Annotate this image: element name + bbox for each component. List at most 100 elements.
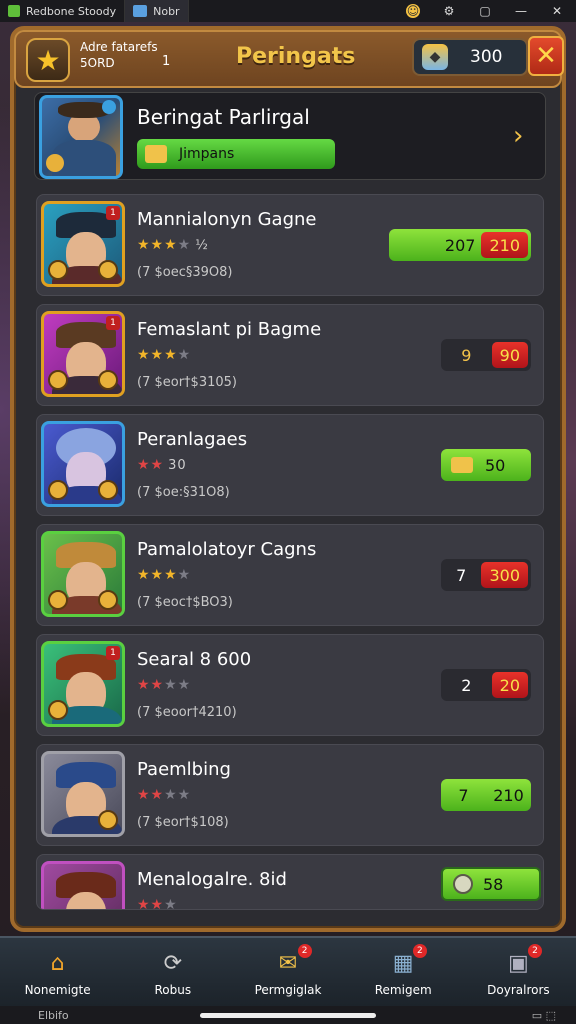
currency-counter[interactable]: ◆ 300 — [412, 38, 528, 76]
rating-stars: ★★ 30 — [137, 457, 187, 473]
item-title: Pamalolatoyr Cagns — [137, 539, 317, 560]
close-button[interactable]: ✕ — [528, 36, 564, 76]
reward-cost: 210 — [481, 232, 528, 258]
gem-icon: ◆ — [422, 44, 448, 70]
reward-button[interactable]: 9 90 — [441, 339, 531, 371]
item-title: Searal 8 600 — [137, 649, 252, 670]
reward-button[interactable]: 2 20 — [441, 669, 531, 701]
notification-badge: 2 — [412, 944, 427, 958]
featured-action-button[interactable]: Jimpans — [137, 139, 335, 169]
rating-stars: ★★★★ ½ — [137, 237, 209, 253]
window-icon[interactable]: ▢ — [478, 4, 492, 18]
reward-cost: 58 — [483, 874, 504, 894]
system-tab-2[interactable]: Nobr — [125, 0, 189, 22]
medal-icon — [98, 590, 118, 610]
medal-icon — [48, 700, 68, 720]
item-subtitle: (7 $eor†$3105) — [137, 375, 237, 390]
nav-item-doyralrors[interactable]: ▣ 2 Doyralrors — [461, 938, 576, 1006]
star-badge-icon[interactable]: ★ — [26, 38, 70, 82]
featured-card[interactable]: Beringat Parlirgal Jimpans › — [34, 92, 546, 180]
reward-cost: 90 — [491, 342, 528, 368]
system-home-bar: Elbifo ▭ ⬚ — [0, 1006, 576, 1024]
item-subtitle: (7 $eor†$108) — [137, 815, 229, 830]
character-portrait — [41, 531, 125, 617]
reward-count: 9 — [461, 345, 472, 365]
nav-label: Nonemigte — [24, 983, 91, 997]
reward-cost: 300 — [481, 562, 528, 588]
rank-icon: 1 — [106, 646, 120, 660]
currency-value: 300 — [470, 47, 503, 67]
reward-count: 2 — [461, 675, 472, 695]
nav-item-permgiglak[interactable]: ✉ 2 Permgiglak — [230, 938, 345, 1006]
app-icon — [133, 5, 148, 17]
close-window-icon[interactable]: ✕ — [550, 4, 564, 18]
gold-icon — [145, 145, 167, 163]
emoji-icon[interactable]: ☺ — [406, 4, 420, 18]
app-icon — [8, 5, 20, 17]
reward-button[interactable]: 207 210 — [389, 229, 531, 261]
nav-item-remigem[interactable]: ▦ 2 Remigem — [346, 938, 461, 1006]
nav-item-home[interactable]: ⌂ Nonemigte — [0, 938, 115, 1006]
character-portrait: 1 — [41, 311, 125, 397]
medal-icon — [98, 370, 118, 390]
item-title: Peranlagaes — [137, 429, 248, 450]
close-icon: ✕ — [535, 41, 557, 71]
recent-apps-icon[interactable]: ▭ ⬚ — [532, 1009, 556, 1022]
medal-icon — [98, 810, 118, 830]
list-item[interactable]: Menalogalre. 8id ★★★ 58 — [36, 854, 544, 910]
list-item[interactable]: Peranlagaes ★★ 30 (7 $oe:§31O8) 50 — [36, 414, 544, 516]
home-indicator[interactable] — [200, 1013, 376, 1018]
character-portrait — [41, 421, 125, 507]
nav-item-robus[interactable]: ⟳ Robus — [115, 938, 230, 1006]
notification-badge: 2 — [297, 944, 312, 958]
item-title: Menalogalre. 8id — [137, 869, 287, 890]
bottom-navigation: ⌂ Nonemigte ⟳ Robus ✉ 2 Permgiglak ▦ 2 R… — [0, 936, 576, 1006]
character-portrait — [41, 751, 125, 837]
settings-icon[interactable]: ⚙ — [442, 4, 456, 18]
home-icon: ⌂ — [50, 950, 65, 976]
chevron-right-icon[interactable]: › — [513, 121, 523, 151]
gold-icon — [451, 457, 473, 473]
nav-label: Robus — [154, 983, 192, 997]
rank-icon: 1 — [106, 206, 120, 220]
list-item[interactable]: 1 Searal 8 600 ★★★★ (7 $eoor†4210) 2 20 — [36, 634, 544, 736]
rating-stars: ★★★★ — [137, 787, 192, 803]
featured-title: Beringat Parlirgal — [137, 105, 310, 129]
system-tab-1-label: Redbone Stoody — [26, 4, 117, 18]
medal-icon — [48, 260, 68, 280]
header-subtitle-2: 5ORD — [80, 56, 115, 70]
rating-stars: ★★★★ — [137, 677, 192, 693]
reward-button[interactable]: 7 300 — [441, 559, 531, 591]
header-bar: ★ Adre fatarefs 5ORD 1 Peringats ◆ 300 ✕ — [14, 30, 564, 88]
reward-button[interactable]: 58 — [441, 867, 541, 901]
medal-icon — [98, 480, 118, 500]
reward-count: 7 — [456, 565, 467, 585]
reward-count: 207 — [444, 235, 476, 255]
featured-portrait — [39, 95, 123, 179]
rating-stars: ★★★★ — [137, 567, 192, 583]
rank-icon: 1 — [106, 316, 120, 330]
nav-label: Doyralrors — [487, 983, 550, 997]
character-portrait — [41, 861, 125, 909]
medal-icon — [48, 370, 68, 390]
item-subtitle: (7 $eoc†$BO3) — [137, 595, 233, 610]
home-bar-text: Elbifo — [38, 1008, 69, 1022]
system-tab-2-label: Nobr — [153, 4, 180, 18]
featured-action-label: Jimpans — [179, 146, 235, 162]
reward-button[interactable]: 50 — [441, 449, 531, 481]
system-tab-bar: Redbone Stoody Nobr ☺ ⚙ ▢ — ✕ — [0, 0, 576, 22]
nav-label: Permgiglak — [254, 983, 322, 997]
reward-cost: 210 — [493, 785, 524, 805]
header-subtitle-1: Adre fatarefs — [80, 40, 158, 54]
list-item[interactable]: Paemlbing ★★★★ (7 $eor†$108) 7 210 — [36, 744, 544, 846]
item-subtitle: (7 $eoor†4210) — [137, 705, 237, 720]
reward-button[interactable]: 7 210 — [441, 779, 531, 811]
list-item[interactable]: Pamalolatoyr Cagns ★★★★ (7 $eoc†$BO3) 7 … — [36, 524, 544, 626]
system-tab-1[interactable]: Redbone Stoody — [0, 0, 126, 22]
list-item[interactable]: 1 Mannialonyn Gagne ★★★★ ½ (7 $oec§39O8) … — [36, 194, 544, 296]
list-item[interactable]: 1 Femaslant pi Bagme ★★★★ (7 $eor†$3105)… — [36, 304, 544, 406]
reward-count: 7 — [458, 785, 469, 805]
item-title: Paemlbing — [137, 759, 231, 780]
minimize-icon[interactable]: — — [514, 4, 528, 18]
item-title: Femaslant pi Bagme — [137, 319, 322, 340]
